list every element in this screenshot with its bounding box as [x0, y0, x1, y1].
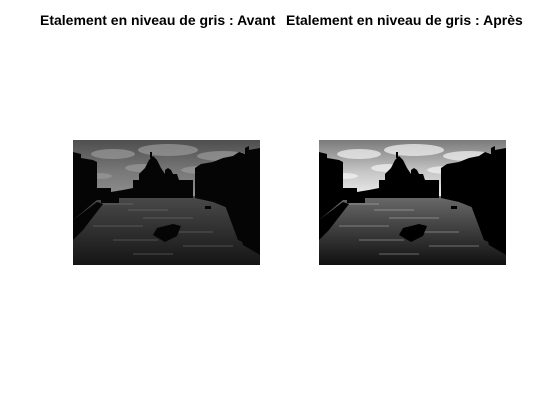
photo-before	[73, 140, 260, 265]
subplot-title-after: Etalement en niveau de gris : Après	[286, 12, 523, 28]
image-before	[73, 140, 260, 265]
image-after	[319, 140, 506, 265]
subplot-title-before: Etalement en niveau de gris : Avant	[40, 12, 276, 28]
photo-after	[319, 140, 506, 265]
figure-window: Etalement en niveau de gris : Avant Etal…	[0, 0, 560, 420]
